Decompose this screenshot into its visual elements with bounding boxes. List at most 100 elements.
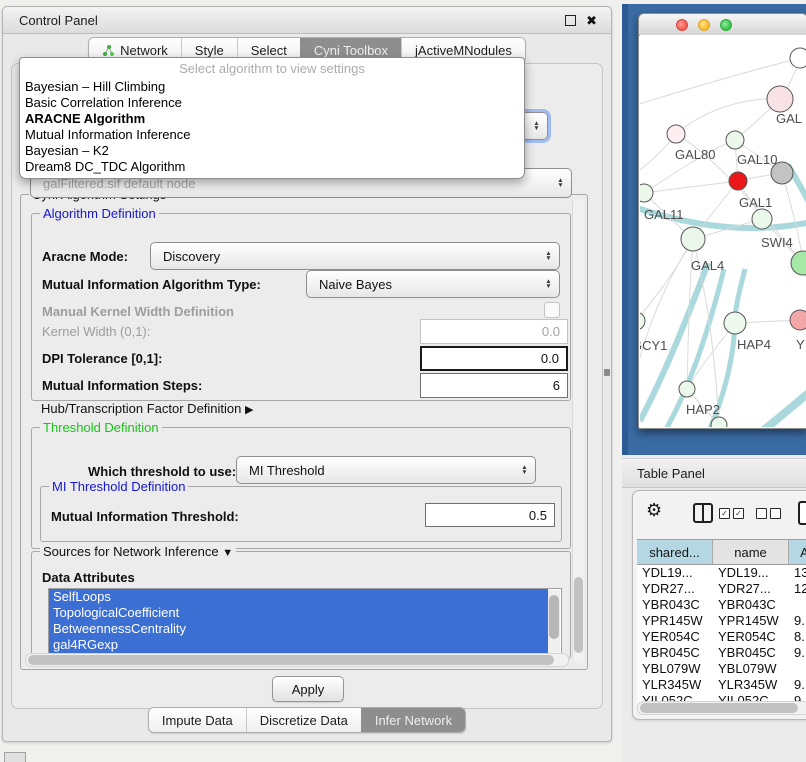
network-window-titlebar[interactable] <box>639 14 806 36</box>
algorithm-option[interactable]: ARACNE Algorithm <box>20 111 524 127</box>
network-node[interactable] <box>724 312 746 334</box>
algorithm-option[interactable]: Basic Correlation Inference <box>20 95 524 111</box>
table-header-row[interactable]: shared...nameA <box>637 539 806 565</box>
network-node[interactable] <box>790 310 806 330</box>
which-threshold-label: Which threshold to use: <box>88 464 236 479</box>
control-panel-titlebar[interactable]: Control Panel <box>3 7 611 34</box>
tab-label: Network <box>120 43 168 58</box>
table-horizontal-scrollbar[interactable] <box>637 701 806 715</box>
aracne-mode-combo[interactable]: Discovery ▲▼ <box>150 242 560 270</box>
network-node[interactable] <box>681 227 705 251</box>
network-node[interactable] <box>790 48 806 68</box>
close-icon[interactable]: ✖ <box>586 14 597 27</box>
table-cell: YER054C <box>637 629 713 645</box>
collapse-down-icon[interactable]: ▼ <box>222 547 233 559</box>
minimized-panel-button[interactable] <box>4 752 26 762</box>
float-window-icon[interactable] <box>565 15 576 26</box>
column-view-icon[interactable] <box>693 503 713 523</box>
kernel-width-value: 0.0 <box>542 324 560 339</box>
data-attribute-item[interactable]: BetweennessCentrality <box>49 621 548 637</box>
panel-splitter-handle[interactable] <box>604 369 610 376</box>
algorithm-option[interactable]: Mutual Information Inference <box>20 127 524 143</box>
network-edge[interactable] <box>640 239 693 375</box>
combo-stepper-icon: ▲▼ <box>553 178 568 189</box>
network-edge-highlighted[interactable] <box>760 387 806 427</box>
mi-steps-field[interactable]: 6 <box>420 373 568 398</box>
data-attribute-item[interactable]: SelfLoops <box>49 589 548 605</box>
table-body: YDL19...YDL19...13YDR27...YDR27...12YBR0… <box>637 565 806 709</box>
column-header[interactable]: name <box>713 540 789 564</box>
table-row[interactable]: YBL079WYBL079W <box>637 661 806 677</box>
kernel-width-field[interactable]: 0.0 <box>420 319 568 344</box>
table-row[interactable]: YBR045CYBR045C9. <box>637 645 806 661</box>
table-cell: 12 <box>789 581 806 597</box>
network-node[interactable] <box>667 125 685 143</box>
table-cell: YDR27... <box>713 581 789 597</box>
table-row[interactable]: YDR27...YDR27...12 <box>637 581 806 597</box>
hub-definition-toggle[interactable]: Hub/Transcription Factor Definition ▶ <box>41 401 253 416</box>
network-node[interactable] <box>679 381 695 397</box>
network-node-label: GAL80 <box>675 147 715 162</box>
group-title: Threshold Definition <box>40 420 162 435</box>
network-node[interactable] <box>767 86 793 112</box>
network-node[interactable] <box>752 209 772 229</box>
network-node[interactable] <box>640 312 645 330</box>
mi-threshold-definition-group: MI Threshold Definition Mutual Informati… <box>40 486 562 542</box>
table-cell: YLR345W <box>713 677 789 693</box>
select-all-icon[interactable]: ✓✓ <box>719 508 744 519</box>
manual-kernel-width-label: Manual Kernel Width Definition <box>42 304 234 319</box>
manual-kernel-width-checkbox[interactable] <box>544 302 560 318</box>
network-canvas[interactable]: GALGAL80GAL10GAL1GAL11SWI4GAL4GCY1HAP4YH… <box>640 35 806 427</box>
settings-horizontal-scrollbar[interactable] <box>25 653 569 667</box>
table-cell: YBL079W <box>713 661 789 677</box>
mi-algorithm-type-label: Mutual Information Algorithm Type: <box>42 277 261 292</box>
table-row[interactable]: YPR145WYPR145W9. <box>637 613 806 629</box>
gear-icon[interactable]: ⚙ <box>646 502 662 520</box>
table-row[interactable]: YBR043CYBR043C <box>637 597 806 613</box>
mi-threshold-field[interactable]: 0.5 <box>425 503 555 527</box>
algorithm-option[interactable]: Bayesian – K2 <box>20 143 524 159</box>
mac-zoom-icon[interactable] <box>720 19 732 31</box>
algorithm-option[interactable]: Bayesian – Hill Climbing <box>20 79 524 95</box>
table-row[interactable]: YLR345WYLR345W9. <box>637 677 806 693</box>
sources-title: Sources for Network Inference <box>43 544 219 559</box>
network-node-label: SWI4 <box>761 235 793 250</box>
table-row[interactable]: YER054CYER054C8. <box>637 629 806 645</box>
network-view-window[interactable]: GALGAL80GAL10GAL1GAL11SWI4GAL4GCY1HAP4YH… <box>638 13 806 429</box>
desktop-edge <box>622 4 628 455</box>
column-header[interactable]: shared... <box>637 540 713 564</box>
network-node-label: GAL10 <box>737 152 777 167</box>
apply-button-label: Apply <box>292 682 325 697</box>
tab-infer-network[interactable]: Infer Network <box>361 708 465 732</box>
apply-button[interactable]: Apply <box>272 676 344 702</box>
settings-vertical-scrollbar[interactable] <box>572 199 584 663</box>
network-node[interactable] <box>726 131 744 149</box>
which-threshold-combo[interactable]: MI Threshold ▲▼ <box>236 456 536 484</box>
data-attribute-item[interactable]: gal4RGexp <box>49 637 548 653</box>
deselect-all-icon[interactable] <box>756 508 781 519</box>
network-edge[interactable] <box>644 181 738 193</box>
network-node[interactable] <box>729 172 747 190</box>
data-attributes-list[interactable]: SelfLoopsTopologicalCoefficientBetweenne… <box>48 588 562 656</box>
kernel-width-label: Kernel Width (0,1): <box>42 324 150 339</box>
mac-minimize-icon[interactable] <box>698 19 710 31</box>
tab-impute-data[interactable]: Impute Data <box>149 708 246 732</box>
table-panel-header[interactable]: Table Panel <box>622 458 806 488</box>
algorithm-option[interactable]: Dream8 DC_TDC Algorithm <box>20 159 524 175</box>
mi-algorithm-type-combo[interactable]: Naive Bayes ▲▼ <box>306 270 560 298</box>
column-header[interactable]: A <box>789 540 806 564</box>
table-row[interactable]: YDL19...YDL19...13 <box>637 565 806 581</box>
network-node-label: HAP4 <box>737 337 771 352</box>
list-scrollbar[interactable] <box>548 590 560 654</box>
network-node[interactable] <box>791 251 806 275</box>
network-edge[interactable] <box>676 99 780 134</box>
dpi-tolerance-field[interactable]: 0.0 <box>420 346 568 371</box>
tab-discretize-data[interactable]: Discretize Data <box>246 708 361 732</box>
network-node[interactable] <box>640 184 653 202</box>
mac-close-icon[interactable] <box>676 19 688 31</box>
node-table-card: ⚙ ✓✓ shared...nameA YDL19...YDL19...13YD… <box>632 490 806 720</box>
tab-label: jActiveMNodules <box>415 43 512 58</box>
function-builder-icon[interactable] <box>798 501 806 525</box>
table-cell: YPR145W <box>637 613 713 629</box>
data-attribute-item[interactable]: TopologicalCoefficient <box>49 605 548 621</box>
